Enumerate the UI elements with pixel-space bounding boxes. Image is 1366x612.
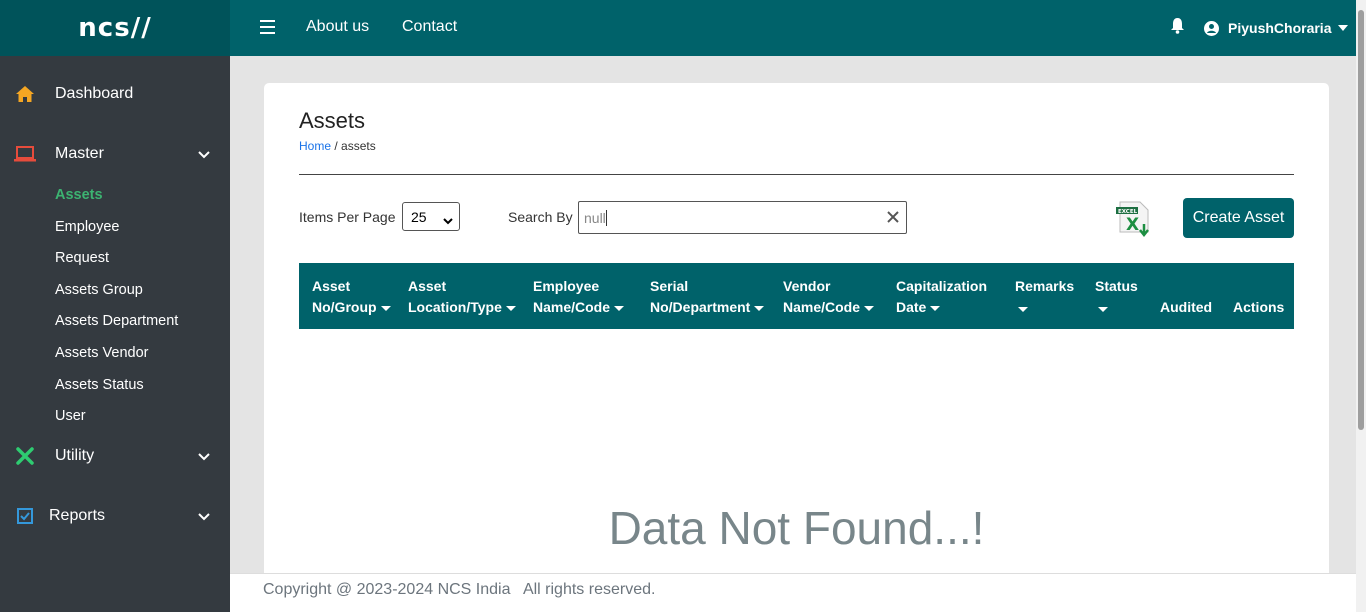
sidebar-item-label: Master xyxy=(55,145,104,162)
search-input-value: null xyxy=(584,209,606,226)
scrollbar-thumb[interactable] xyxy=(1358,10,1364,430)
column-header-line1: Vendor xyxy=(783,278,831,294)
sort-caret-icon xyxy=(754,305,765,311)
page-title: Assets xyxy=(299,108,366,133)
tools-icon xyxy=(13,446,37,466)
sidebar-item-dashboard[interactable]: Dashboard xyxy=(0,84,230,104)
sidebar-subitem-assets[interactable]: Assets xyxy=(55,187,103,203)
bell-icon[interactable] xyxy=(1170,17,1185,39)
sidebar: ncs// Dashboard Master Assets Employee R… xyxy=(0,0,230,612)
column-header-line1: Status xyxy=(1095,278,1138,294)
scrollbar[interactable] xyxy=(1356,0,1366,612)
column-header-status[interactable]: Status xyxy=(1095,276,1138,312)
column-header-audited: Audited xyxy=(1160,299,1213,315)
home-icon xyxy=(13,84,37,104)
contact-link[interactable]: Contact xyxy=(402,18,457,36)
sidebar-item-master[interactable]: Master xyxy=(0,144,230,164)
sort-caret-icon xyxy=(614,305,625,311)
column-header-remarks[interactable]: Remarks xyxy=(1015,276,1074,312)
user-name: PiyushChoraria xyxy=(1228,20,1332,36)
table-header: Asset No/Group Asset Location/Type Emplo… xyxy=(299,263,1294,329)
breadcrumb-separator: / xyxy=(331,139,342,153)
logo[interactable]: ncs// xyxy=(78,13,151,43)
column-header-line2: No/Department xyxy=(650,299,751,315)
user-avatar-icon xyxy=(1204,20,1219,36)
sort-caret-icon xyxy=(930,305,941,311)
laptop-icon xyxy=(13,144,37,164)
create-asset-button[interactable]: Create Asset xyxy=(1183,198,1294,238)
breadcrumb-home-link[interactable]: Home xyxy=(299,139,331,153)
sidebar-subitem-user[interactable]: User xyxy=(55,408,86,424)
column-header-line1: Remarks xyxy=(1015,278,1075,294)
sort-caret-icon xyxy=(1098,307,1108,312)
sidebar-item-reports[interactable]: Reports xyxy=(0,506,230,526)
column-header-line1: Employee xyxy=(533,278,600,294)
sidebar-subitem-assets-status[interactable]: Assets Status xyxy=(55,377,144,393)
column-header-vendor-name-code[interactable]: Vendor Name/Code xyxy=(783,276,875,318)
column-header-actions: Actions xyxy=(1233,299,1285,315)
sort-caret-icon xyxy=(864,305,875,311)
sidebar-subitem-assets-vendor[interactable]: Assets Vendor xyxy=(55,345,149,361)
svg-text:X: X xyxy=(1126,215,1139,235)
checkbox-icon xyxy=(13,506,37,526)
user-menu[interactable]: PiyushChoraria xyxy=(1204,20,1349,36)
sidebar-item-label: Utility xyxy=(55,447,95,464)
column-header-line1: Asset xyxy=(408,278,447,294)
column-header-line2: Location/Type xyxy=(408,299,502,315)
search-by-label: Search By xyxy=(508,209,573,225)
column-header-asset-location-type[interactable]: Asset Location/Type xyxy=(408,276,516,318)
sidebar-subitem-request[interactable]: Request xyxy=(55,250,109,266)
column-header-capitalization-date[interactable]: Capitalization Date xyxy=(896,276,987,318)
empty-state-message: Data Not Found...! xyxy=(608,502,985,554)
sidebar-subitem-assets-group[interactable]: Assets Group xyxy=(55,282,143,298)
column-header-serial-no-department[interactable]: Serial No/Department xyxy=(650,276,765,318)
chevron-down-icon[interactable] xyxy=(198,508,210,526)
excel-export-icon[interactable]: EXCEL X xyxy=(1114,198,1158,240)
footer-text: Copyright @ 2023-2024 NCS India All righ… xyxy=(263,581,656,598)
hamburger-menu-icon[interactable] xyxy=(260,20,275,34)
items-per-page-value: 25 xyxy=(411,208,427,225)
breadcrumb-current: assets xyxy=(341,139,376,153)
column-header-line2: Date xyxy=(896,299,927,315)
caret-down-icon xyxy=(1338,25,1349,31)
sidebar-item-label: Reports xyxy=(49,507,106,524)
items-per-page-label: Items Per Page xyxy=(299,209,396,225)
column-header-asset-no-group[interactable]: Asset No/Group xyxy=(312,276,391,318)
column-header-line1: Capitalization xyxy=(896,278,988,294)
column-header-line1: Asset xyxy=(312,278,351,294)
top-navbar: About us Contact PiyushChoraria xyxy=(230,0,1356,56)
sort-caret-icon xyxy=(380,305,391,311)
chevron-down-icon[interactable] xyxy=(198,146,210,164)
about-us-link[interactable]: About us xyxy=(306,18,369,36)
clear-icon[interactable] xyxy=(886,210,900,227)
sidebar-subitem-assets-department[interactable]: Assets Department xyxy=(55,313,178,329)
breadcrumb: Home / assets xyxy=(299,139,376,153)
search-input[interactable]: null xyxy=(578,201,907,234)
column-header-employee-name-code[interactable]: Employee Name/Code xyxy=(533,276,625,318)
items-per-page-select[interactable]: 25 xyxy=(402,202,460,231)
footer: Copyright @ 2023-2024 NCS India All righ… xyxy=(230,573,1356,612)
column-header-line2: Name/Code xyxy=(783,299,861,315)
chevron-down-icon xyxy=(443,212,453,228)
column-header-line1: Serial xyxy=(650,278,689,294)
logo-area: ncs// xyxy=(0,0,230,56)
divider xyxy=(299,174,1294,175)
text-caret xyxy=(605,209,607,226)
sidebar-item-label: Dashboard xyxy=(55,85,134,102)
column-header-line2: No/Group xyxy=(312,299,377,315)
sort-caret-icon xyxy=(505,305,516,311)
sidebar-item-utility[interactable]: Utility xyxy=(0,446,230,466)
sidebar-subitem-employee[interactable]: Employee xyxy=(55,219,119,235)
sort-caret-icon xyxy=(1018,307,1028,312)
chevron-down-icon[interactable] xyxy=(198,448,210,466)
assets-card: Assets Home / assets Items Per Page 25 S… xyxy=(264,83,1329,583)
column-header-line2: Name/Code xyxy=(533,299,611,315)
